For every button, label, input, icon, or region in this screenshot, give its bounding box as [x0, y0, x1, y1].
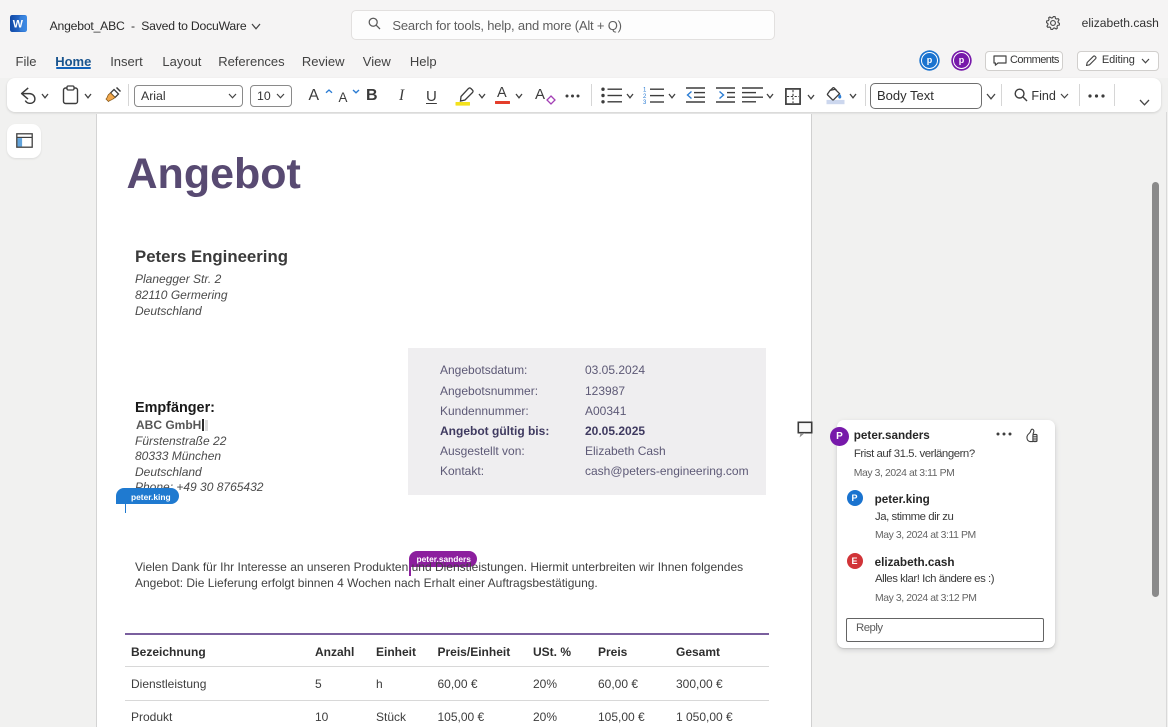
svg-text:2: 2 [643, 94, 647, 100]
svg-text:3: 3 [643, 100, 647, 105]
svg-text:1: 1 [643, 87, 647, 93]
svg-text:W: W [13, 19, 24, 31]
